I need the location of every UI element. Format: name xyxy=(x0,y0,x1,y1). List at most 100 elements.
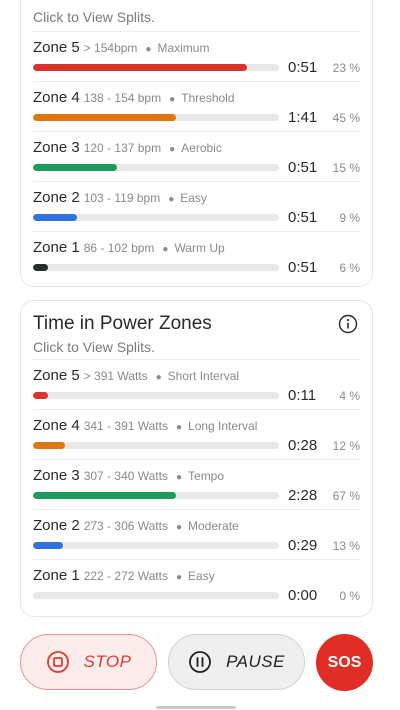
zone-percentage: 9 % xyxy=(339,211,360,225)
zone-row[interactable]: Zone 5 > 391 Watts ● Short Interval 0:11 4 % xyxy=(33,359,360,409)
zone-range: 86 - 102 bpm xyxy=(83,241,155,255)
zone-progress-fill xyxy=(33,114,176,121)
zone-label: Zone 3 120 - 137 bpm ● Aerobic xyxy=(33,139,222,156)
zone-percentage: 67 % xyxy=(332,489,360,503)
zone-percentage: 15 % xyxy=(332,161,360,175)
pause-circle-icon xyxy=(189,651,211,673)
zone-time: 0:28 xyxy=(288,437,318,454)
zone-description: Short Interval xyxy=(167,369,240,383)
zone-time: 0:51 xyxy=(288,159,318,176)
zone-range: > 154bpm xyxy=(83,41,138,55)
separator-dot: ● xyxy=(168,194,175,205)
zone-progress-fill xyxy=(33,164,117,171)
sos-button[interactable]: SOS xyxy=(316,634,373,691)
zone-range: 138 - 154 bpm xyxy=(83,91,162,105)
zone-description: Easy xyxy=(188,569,215,583)
zone-name: Zone 5 xyxy=(33,39,80,56)
info-circle-icon[interactable] xyxy=(338,314,358,334)
zone-time: 0:51 xyxy=(288,259,318,276)
zone-progress-fill xyxy=(33,542,63,549)
zone-range: > 391 Watts xyxy=(83,369,148,383)
power-card-header: Time in Power Zones Click to View Splits… xyxy=(33,313,360,356)
zone-row[interactable]: Zone 3 120 - 137 bpm ● Aerobic 0:51 15 % xyxy=(33,131,360,181)
home-indicator[interactable] xyxy=(156,706,236,709)
zone-progress-fill xyxy=(33,264,48,271)
heart-rate-card-header: Click to View Splits. xyxy=(33,5,360,26)
zone-description: Threshold xyxy=(181,91,235,105)
stop-circle-icon xyxy=(46,651,69,673)
zone-progress-bar xyxy=(33,214,279,221)
zone-percentage: 45 % xyxy=(332,111,360,125)
zone-row[interactable]: Zone 2 273 - 306 Watts ● Moderate 0:29 13 % xyxy=(33,509,360,559)
zone-percentage: 13 % xyxy=(332,539,360,553)
zone-description: Tempo xyxy=(188,469,225,483)
zone-label: Zone 4 341 - 391 Watts ● Long Interval xyxy=(33,417,257,434)
zone-name: Zone 3 xyxy=(33,139,80,156)
zone-name: Zone 5 xyxy=(33,367,80,384)
zone-label: Zone 2 273 - 306 Watts ● Moderate xyxy=(33,517,239,534)
zone-name: Zone 1 xyxy=(33,567,80,584)
zone-percentage: 6 % xyxy=(339,261,360,275)
pause-button[interactable]: PAUSE xyxy=(168,634,305,690)
separator-dot: ● xyxy=(175,522,183,533)
power-zone-list: Zone 5 > 391 Watts ● Short Interval 0:11 4 % Z… xyxy=(33,359,360,609)
zone-range: 120 - 137 bpm xyxy=(83,141,162,155)
zone-time: 2:28 xyxy=(288,487,318,504)
zone-progress-bar xyxy=(33,114,279,121)
separator-dot: ● xyxy=(175,472,183,483)
zone-range: 273 - 306 Watts xyxy=(83,519,168,533)
zone-row[interactable]: Zone 3 307 - 340 Watts ● Tempo 2:28 67 % xyxy=(33,459,360,509)
zone-percentage: 23 % xyxy=(332,61,360,75)
zone-range: 307 - 340 Watts xyxy=(83,469,168,483)
zone-progress-fill xyxy=(33,492,176,499)
zone-progress-bar xyxy=(33,164,279,171)
zone-range: 222 - 272 Watts xyxy=(83,569,168,583)
zone-range: 341 - 391 Watts xyxy=(83,419,168,433)
zone-progress-bar xyxy=(33,442,279,449)
zone-time: 0:00 xyxy=(288,587,318,604)
zone-progress-fill xyxy=(33,64,248,71)
separator-dot: ● xyxy=(155,372,162,383)
zone-row[interactable]: Zone 4 138 - 154 bpm ● Threshold 1:41 45 % xyxy=(33,81,360,131)
zone-name: Zone 4 xyxy=(33,417,80,434)
zone-progress-bar xyxy=(33,392,279,399)
zone-name: Zone 4 xyxy=(33,89,80,106)
zone-progress-bar xyxy=(33,592,279,599)
zone-row[interactable]: Zone 5 > 154bpm ● Maximum 0:51 23 % xyxy=(33,31,360,81)
power-zones-card[interactable]: Time in Power Zones Click to View Splits… xyxy=(20,300,373,617)
zone-row[interactable]: Zone 1 222 - 272 Watts ● Easy 0:00 0 % xyxy=(33,559,360,609)
zone-progress-bar xyxy=(33,492,279,499)
stop-button-label: STOP xyxy=(83,652,132,671)
zone-label: Zone 4 138 - 154 bpm ● Threshold xyxy=(33,89,235,106)
zone-progress-fill xyxy=(33,442,65,449)
heart-rate-card-subtitle: Click to View Splits. xyxy=(33,9,155,25)
zone-name: Zone 3 xyxy=(33,467,80,484)
zone-name: Zone 2 xyxy=(33,189,80,206)
zone-progress-fill xyxy=(33,392,48,399)
zone-row[interactable]: Zone 1 86 - 102 bpm ● Warm Up 0:51 6 % xyxy=(33,231,360,281)
separator-dot: ● xyxy=(145,44,152,55)
power-card-subtitle: Click to View Splits. xyxy=(33,339,155,355)
heart-rate-zones-card[interactable]: Click to View Splits. Zone 5 > 154bpm ● Max… xyxy=(20,0,373,287)
zone-time: 0:51 xyxy=(288,59,318,76)
zone-percentage: 4 % xyxy=(339,389,360,403)
separator-dot: ● xyxy=(169,144,176,155)
stop-button[interactable]: STOP xyxy=(20,634,157,690)
zone-label: Zone 5 > 391 Watts ● Short Interval xyxy=(33,367,239,384)
heart-rate-zone-list: Zone 5 > 154bpm ● Maximum 0:51 23 % Zone 4 138 … xyxy=(33,31,360,281)
zone-description: Long Interval xyxy=(188,419,258,433)
zone-time: 1:41 xyxy=(288,109,318,126)
zone-label: Zone 5 > 154bpm ● Maximum xyxy=(33,39,209,56)
zone-percentage: 0 % xyxy=(339,589,360,603)
zone-range: 103 - 119 bpm xyxy=(83,191,161,205)
zone-row[interactable]: Zone 2 103 - 119 bpm ● Easy 0:51 9 % xyxy=(33,181,360,231)
separator-dot: ● xyxy=(169,94,176,105)
zone-name: Zone 2 xyxy=(33,517,80,534)
zone-row[interactable]: Zone 4 341 - 391 Watts ● Long Interval 0:28 1… xyxy=(33,409,360,459)
zone-label: Zone 1 86 - 102 bpm ● Warm Up xyxy=(33,239,225,256)
zone-description: Aerobic xyxy=(181,141,222,155)
zone-progress-bar xyxy=(33,542,279,549)
zone-label: Zone 2 103 - 119 bpm ● Easy xyxy=(33,189,207,206)
zone-description: Maximum xyxy=(157,41,210,55)
zone-description: Warm Up xyxy=(174,241,225,255)
